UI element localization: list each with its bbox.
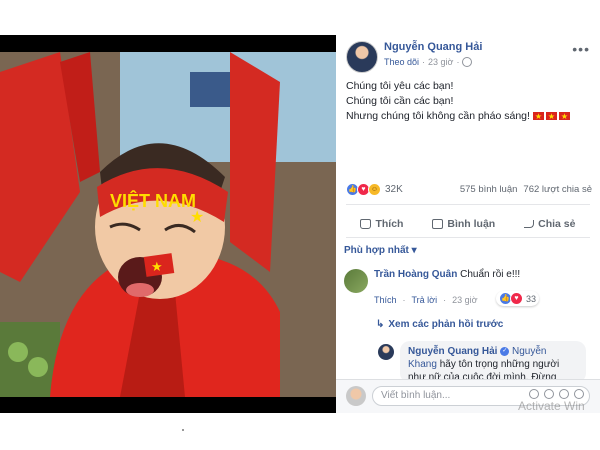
gif-icon[interactable] [559, 389, 569, 399]
post-stats: 575 bình luận 762 lượt chia sẻ [460, 184, 592, 195]
reply-bubble: Nguyễn Quang Hải ✓ Nguyễn Khang hãy tôn … [400, 341, 586, 383]
love-reaction-icon: ♥ [510, 292, 523, 305]
caption-line: Nhưng chúng tôi không cần pháo sáng! [346, 110, 530, 122]
stray-dot [182, 429, 184, 431]
photo-viewer: VIỆT NAM ★ ★ [0, 35, 336, 413]
comment-text: Chuẩn rồi e!!! [460, 269, 521, 280]
more-options-icon[interactable]: ••• [572, 41, 590, 57]
camera-icon[interactable] [544, 389, 554, 399]
comment-bubble-icon [432, 219, 444, 229]
thumbs-up-icon [360, 219, 372, 229]
globe-icon [462, 57, 473, 67]
comment-reactions[interactable]: 👍 ♥ 33 [496, 291, 540, 306]
vietnam-flag-icon [558, 109, 570, 124]
vietnam-flag-icon [545, 109, 557, 124]
reaction-summary[interactable]: 👍 ♥ ☺ 32K [346, 183, 403, 196]
comment-reaction-count: 33 [526, 293, 537, 304]
sticker-icon[interactable] [574, 389, 584, 399]
post-time[interactable]: 23 giờ [428, 57, 453, 67]
reply-author[interactable]: Nguyễn Quang Hải [408, 346, 497, 357]
meta-separator: · [422, 57, 426, 67]
comment-reply-link[interactable]: Trả lời [412, 295, 438, 305]
composer-icons [529, 389, 584, 399]
meta-dot: · [402, 295, 406, 305]
divider [346, 204, 590, 205]
flag-emojis [532, 109, 570, 124]
caption-line-with-flags: Nhưng chúng tôi không cần pháo sáng! [346, 109, 570, 124]
haha-reaction-icon: ☺ [368, 183, 381, 196]
meta-dot: · [443, 295, 447, 305]
verified-badge-icon: ✓ [500, 346, 510, 356]
post-photo[interactable]: VIỆT NAM ★ ★ [0, 52, 336, 397]
comment-button-label: Bình luận [447, 218, 496, 230]
commenter-name[interactable]: Trần Hoàng Quân [374, 269, 457, 280]
post-actions: Thích Bình luận Chia sẻ [346, 213, 590, 235]
caret-down-icon: ▾ [411, 245, 417, 256]
meta-separator-2: · [456, 57, 460, 67]
comment-button[interactable]: Bình luận [432, 213, 495, 235]
reply-avatar[interactable] [378, 344, 394, 360]
current-user-avatar [346, 386, 366, 406]
post-meta: Theo dõi · 23 giờ · [384, 57, 473, 67]
divider [346, 237, 590, 238]
comments-count[interactable]: 575 bình luận [460, 184, 518, 195]
author-name[interactable]: Nguyễn Quang Hải [384, 41, 482, 53]
sort-label: Phù hợp nhất [344, 245, 409, 256]
emoji-icon[interactable] [529, 389, 539, 399]
share-button[interactable]: Chia sẻ [524, 213, 576, 235]
caption-line: Chúng tôi cần các bạn! [346, 95, 454, 107]
activate-windows-watermark: Activate Win [518, 399, 585, 413]
svg-text:★: ★ [151, 259, 163, 274]
reply-arrow-icon: ↳ [376, 319, 385, 330]
comment-meta: Thích · Trả lời · 23 giờ [374, 295, 478, 305]
reaction-count: 32K [385, 184, 403, 195]
view-previous-replies-link[interactable]: ↳ Xem các phản hồi trước [376, 319, 503, 330]
post-panel: Nguyễn Quang Hải Theo dõi · 23 giờ · •••… [336, 35, 600, 413]
share-arrow-icon [524, 220, 535, 228]
comment-like-link[interactable]: Thích [374, 295, 397, 305]
comment-body: Trần Hoàng Quân Chuẩn rồi e!!! [374, 269, 520, 280]
headband-text: VIỆT NAM [110, 190, 196, 211]
post-caption: Chúng tôi yêu các bạn! Chúng tôi cần các… [346, 79, 570, 124]
caption-line: Chúng tôi yêu các bạn! [346, 80, 454, 92]
headband-star: ★ [190, 209, 204, 226]
author-avatar[interactable] [346, 41, 378, 73]
shares-count[interactable]: 762 lượt chia sẻ [523, 184, 592, 195]
comment-sort-dropdown[interactable]: Phù hợp nhất ▾ [344, 245, 417, 256]
photo-illustration: VIỆT NAM ★ ★ [0, 52, 336, 397]
vietnam-flag-icon [532, 109, 544, 124]
follow-link[interactable]: Theo dõi [384, 57, 419, 67]
like-button-label: Thích [375, 218, 404, 230]
view-replies-label: Xem các phản hồi trước [388, 319, 504, 330]
comment-time[interactable]: 23 giờ [452, 295, 477, 305]
share-button-label: Chia sẻ [538, 218, 576, 230]
commenter-avatar[interactable] [344, 269, 368, 293]
like-button[interactable]: Thích [360, 213, 403, 235]
